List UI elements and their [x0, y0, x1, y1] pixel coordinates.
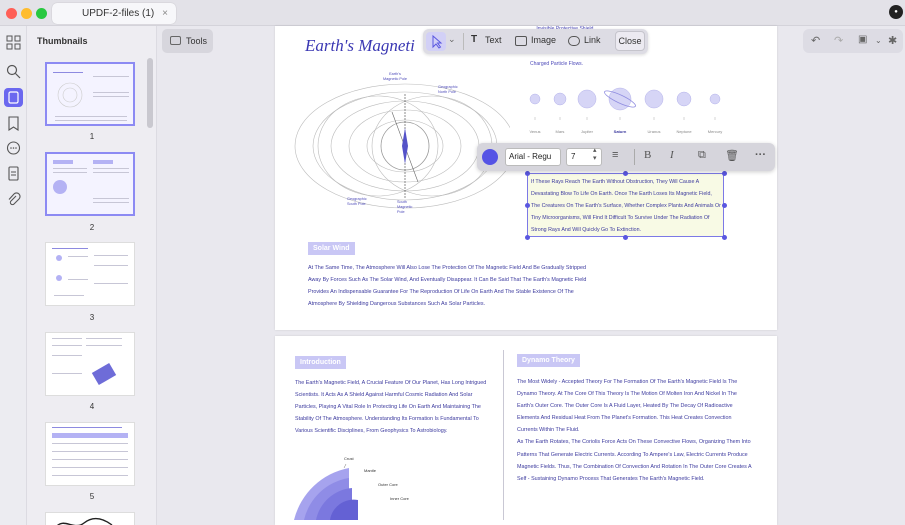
planet-label-mercury: Mercury	[707, 129, 723, 134]
thumbnail-page-2[interactable]	[45, 152, 135, 216]
link-icon[interactable]	[568, 36, 580, 46]
dynamo-theory-heading: Dynamo Theory	[517, 354, 580, 367]
text-tool-icon[interactable]: T	[471, 34, 477, 45]
chevron-down-icon[interactable]: ⌄	[448, 34, 456, 45]
planet-label-mars: Mars	[555, 129, 565, 134]
text-tool-button[interactable]: Text	[485, 35, 502, 45]
trash-icon[interactable]: 🗑	[725, 149, 739, 162]
resize-handle-bl[interactable]	[525, 235, 530, 240]
thumbnail-page-3[interactable]	[45, 242, 135, 306]
thumbnail-page-6[interactable]	[45, 512, 135, 525]
cursor-icon	[432, 34, 443, 49]
thumbnails-icon[interactable]	[4, 88, 23, 107]
solar-wind-text: At The Same Time, The Atmosphere Will Al…	[308, 265, 587, 308]
layer-label-crust: Crust	[344, 456, 354, 461]
planet-label-neptune: Neptune	[676, 129, 692, 134]
align-icon[interactable]: ≡	[612, 149, 618, 161]
undo-icon[interactable]: ↶	[811, 34, 820, 47]
font-family-select[interactable]: Arial - Regu	[505, 148, 561, 166]
copy-icon[interactable]: ⧉	[698, 149, 706, 162]
size-up-icon[interactable]: ▴	[593, 146, 597, 154]
title-bar: UPDF-2-files (1) × ●	[0, 0, 905, 26]
format-divider	[634, 149, 635, 165]
tools-button[interactable]: Tools	[162, 29, 213, 53]
thumbnail-label-3: 3	[89, 313, 95, 322]
comment-icon[interactable]	[6, 141, 21, 156]
attachment-icon[interactable]	[6, 192, 21, 207]
resize-handle-br[interactable]	[722, 235, 727, 240]
page-title: Earth's Magneti	[305, 36, 415, 55]
resize-handle-bm[interactable]	[623, 235, 628, 240]
more-options-icon[interactable]: ···	[755, 149, 766, 161]
search-icon[interactable]	[6, 64, 21, 79]
thumbnail-page-1[interactable]	[45, 62, 135, 126]
layer-label-inner-core: Inner Core	[390, 496, 409, 501]
save-icon[interactable]: ▣	[858, 34, 867, 45]
thumbnail-page-4[interactable]	[45, 332, 135, 396]
maximize-window-icon[interactable]	[36, 8, 47, 19]
redo-icon[interactable]: ↷	[834, 34, 843, 47]
bold-icon[interactable]: B	[644, 149, 651, 161]
resize-handle-tl[interactable]	[525, 171, 530, 176]
dynamo-theory-text: The Most Widely - Accepted Theory For Th…	[517, 379, 752, 482]
save-dropdown-icon[interactable]: ⌄	[875, 36, 882, 45]
select-tool-button[interactable]	[426, 32, 446, 51]
resize-handle-mr[interactable]	[722, 203, 727, 208]
planet-label-uranus: Uranus	[647, 129, 661, 134]
label-geographic-south: Geographic South Pole	[347, 197, 367, 206]
tools-label: Tools	[186, 36, 208, 46]
document-tab[interactable]: UPDF-2-files (1) ×	[52, 3, 176, 24]
account-avatar[interactable]: ●	[889, 5, 903, 19]
ai-assistant-icon[interactable]: ✱	[888, 34, 897, 47]
text-color-picker[interactable]	[482, 149, 498, 165]
planets-illustration	[529, 87, 721, 120]
planet-label-jupiter: Jupiter	[580, 129, 593, 134]
toolbar-divider	[463, 33, 464, 50]
tab-close-icon[interactable]: ×	[162, 3, 168, 24]
close-window-icon[interactable]	[6, 8, 17, 19]
italic-icon[interactable]: I	[670, 149, 674, 161]
document-tab-title: UPDF-2-files (1)	[82, 8, 155, 19]
label-geographic-north: Geographic North Pole	[438, 85, 458, 94]
column-divider	[503, 350, 504, 520]
left-rail	[0, 26, 27, 525]
selected-text-content[interactable]: If These Rays Reach The Earth Without Ob…	[531, 176, 721, 236]
thumbnail-label-5: 5	[89, 492, 95, 501]
thumbnail-label-2: 2	[89, 223, 95, 232]
minimize-window-icon[interactable]	[21, 8, 32, 19]
planet-label-saturn: Saturn	[613, 129, 627, 134]
thumbnails-title: Thumbnails	[37, 36, 88, 46]
layer-label-mantle: Mantle	[364, 468, 377, 473]
size-down-icon[interactable]: ▾	[593, 154, 597, 162]
resize-handle-tr[interactable]	[722, 171, 727, 176]
app-window: UPDF-2-files (1) × ● Thumbnails 1 2 3 4 …	[0, 0, 905, 525]
thumbnail-label-1: 1	[89, 132, 95, 141]
label-north-magnetic-pole: Earth's Magnetic Pole	[382, 72, 408, 81]
toolbox-icon	[170, 36, 181, 45]
image-tool-button[interactable]: Image	[531, 35, 556, 45]
solar-wind-heading: Solar Wind	[308, 242, 355, 255]
page-icon[interactable]	[6, 166, 21, 181]
introduction-heading: Introduction	[295, 356, 346, 369]
close-edit-button[interactable]: Close	[615, 31, 645, 51]
resize-handle-ml[interactable]	[525, 203, 530, 208]
thumbnails-panel: Thumbnails 1 2 3 4 5	[27, 26, 157, 525]
right-toolbar: ↶ ↷ ▣ ⌄ ✱	[803, 29, 903, 53]
introduction-text: The Earth's Magnetic Field, A Crucial Fe…	[295, 380, 487, 435]
grid-icon[interactable]	[6, 35, 21, 50]
resize-handle-tm[interactable]	[623, 171, 628, 176]
text-format-toolbar: Arial - Regu 7 ▴ ▾ ≡ B I ⧉ 🗑 ···	[477, 143, 775, 171]
thumbnails-scrollbar[interactable]	[147, 58, 153, 128]
label-south-magnetic-pole: South Magnetic Pole	[397, 200, 413, 214]
thumbnail-label-4: 4	[89, 402, 95, 411]
image-icon[interactable]	[515, 36, 527, 46]
link-tool-button[interactable]: Link	[584, 35, 601, 45]
thumbnail-page-5[interactable]	[45, 422, 135, 486]
bookmark-icon[interactable]	[6, 116, 21, 131]
layer-label-outer-core: Outer Core	[378, 482, 398, 487]
earth-layers-diagram	[294, 463, 358, 520]
